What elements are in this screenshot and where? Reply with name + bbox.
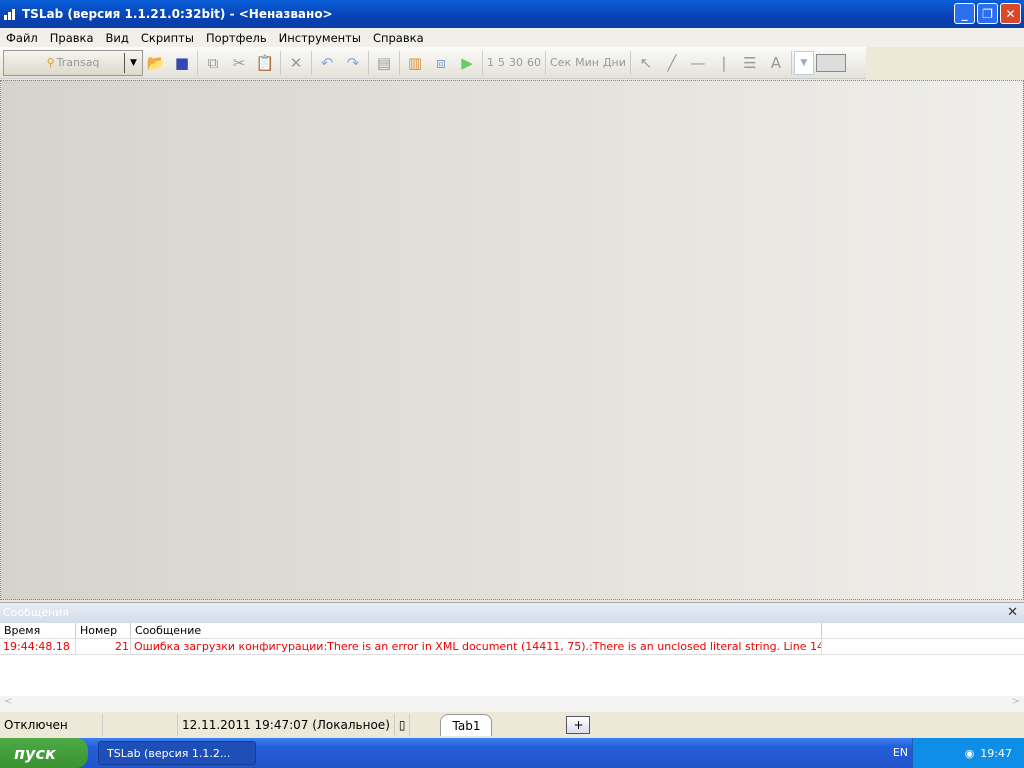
interval-60[interactable]: 60 — [527, 56, 541, 69]
undo-icon[interactable]: ↶ — [314, 50, 340, 76]
cut-icon[interactable]: ✂ — [226, 50, 252, 76]
status-bar: Отключен 12.11.2011 19:47:07 (Локальное)… — [0, 712, 1024, 738]
menu-view[interactable]: Вид — [106, 31, 129, 45]
vertical-line-icon[interactable]: | — [711, 50, 737, 76]
menu-portfolio[interactable]: Портфель — [206, 31, 267, 45]
interval-5[interactable]: 5 — [498, 56, 505, 69]
horizontal-scrollbar[interactable]: < > — [0, 696, 1024, 712]
app-icon — [4, 8, 18, 20]
properties-icon[interactable]: ▤ — [371, 50, 397, 76]
messages-panel: Сообщения ✕ Время Номер Сообщение 19:44:4… — [0, 602, 1024, 712]
col-number[interactable]: Номер — [76, 623, 131, 638]
toolbar: ⚲ Transaq ▼ 📂 ■ ⧉ ✂ 📋 ✕ ↶ ↷ ▤ ▥ ⧈ ▶ 1 5 … — [0, 47, 866, 79]
menu-edit[interactable]: Правка — [50, 31, 94, 45]
save-icon[interactable]: ■ — [169, 50, 195, 76]
start-button[interactable]: пуск — [0, 738, 88, 768]
open-icon[interactable]: 📂 — [143, 50, 169, 76]
menu-scripts[interactable]: Скрипты — [141, 31, 194, 45]
taskbar: пуск TSLab (версия 1.1.2... EN ◉ 19:47 — [0, 738, 1024, 768]
interval-30[interactable]: 30 — [509, 56, 523, 69]
line-icon[interactable]: ╱ — [659, 50, 685, 76]
taskbar-item-tslab[interactable]: TSLab (версия 1.1.2... — [98, 741, 256, 765]
add-tab-button[interactable]: + — [566, 716, 591, 734]
horizontal-line-icon[interactable]: — — [685, 50, 711, 76]
redo-icon[interactable]: ↷ — [340, 50, 366, 76]
window-title: TSLab (версия 1.1.21.0:32bit) - <Неназва… — [22, 7, 333, 21]
datetime-status: 12.11.2011 19:47:07 (Локальное) — [178, 714, 395, 736]
messages-title: Сообщения — [3, 606, 70, 619]
play-icon[interactable]: ▶ — [454, 50, 480, 76]
color-swatch[interactable] — [815, 53, 846, 72]
language-indicator[interactable]: EN — [893, 746, 908, 759]
tab-tab1[interactable]: Tab1 — [440, 714, 493, 736]
cell-number: 21 — [76, 639, 131, 654]
delete-icon[interactable]: ✕ — [283, 50, 309, 76]
workspace[interactable] — [0, 80, 1024, 600]
title-bar: TSLab (версия 1.1.21.0:32bit) - <Неназва… — [0, 0, 1024, 28]
key-icon: ⚲ — [46, 56, 55, 69]
chart-icon[interactable]: ▥ — [402, 50, 428, 76]
text-icon[interactable]: A — [763, 50, 789, 76]
restore-button[interactable]: ❐ — [977, 3, 998, 24]
diagram-icon[interactable]: ⧈ — [428, 50, 454, 76]
connector-label: Transaq — [56, 56, 100, 69]
notebook-icon[interactable]: ▯ — [395, 714, 411, 736]
table-row[interactable]: 19:44:48.18 21 Ошибка загрузки конфигура… — [0, 639, 1024, 655]
tray-icon[interactable]: ◉ — [965, 747, 975, 760]
color-dropdown[interactable]: ▼ — [793, 50, 814, 75]
interval-1[interactable]: 1 — [487, 56, 494, 69]
col-message[interactable]: Сообщение — [131, 623, 822, 638]
chevron-down-icon[interactable]: ▼ — [124, 52, 142, 73]
menu-file[interactable]: Файл — [6, 31, 38, 45]
connector-select[interactable]: ⚲ Transaq ▼ — [3, 49, 143, 76]
cell-message: Ошибка загрузки конфигурации:There is an… — [131, 639, 822, 654]
copy-icon[interactable]: ⧉ — [200, 50, 226, 76]
paste-icon[interactable]: 📋 — [252, 50, 278, 76]
system-tray: ◉ 19:47 — [912, 738, 1024, 768]
cell-time: 19:44:48.18 — [0, 639, 76, 654]
unit-min[interactable]: Мин — [575, 56, 599, 69]
unit-sec[interactable]: Сек — [550, 56, 571, 69]
fibonacci-icon[interactable]: ☰ — [737, 50, 763, 76]
messages-header: Время Номер Сообщение — [0, 623, 1024, 639]
col-time[interactable]: Время — [0, 623, 76, 638]
minimize-button[interactable]: _ — [954, 3, 975, 24]
close-button[interactable]: ✕ — [1000, 3, 1021, 24]
unit-days[interactable]: Дни — [603, 56, 626, 69]
menu-bar: Файл Правка Вид Скрипты Портфель Инструм… — [0, 28, 1024, 47]
connection-status: Отключен — [0, 714, 103, 736]
cursor-icon[interactable]: ↖ — [633, 50, 659, 76]
clock: 19:47 — [980, 746, 1012, 760]
menu-tools[interactable]: Инструменты — [279, 31, 361, 45]
menu-help[interactable]: Справка — [373, 31, 424, 45]
close-icon[interactable]: ✕ — [1007, 603, 1018, 623]
